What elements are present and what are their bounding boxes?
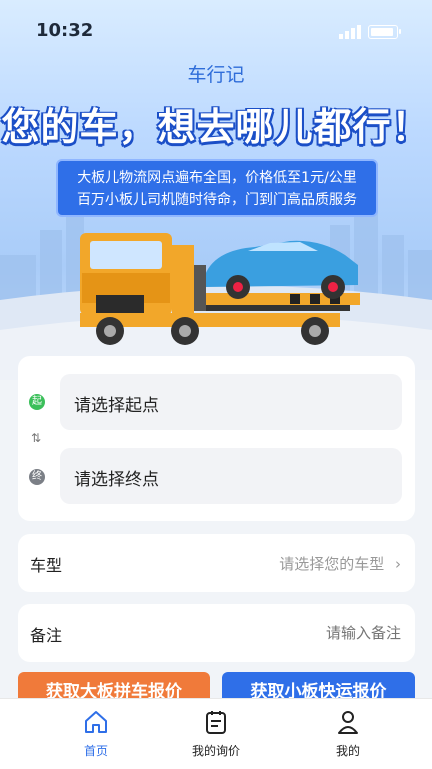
end-location-field[interactable]: 请选择终点 bbox=[60, 448, 402, 504]
tab-profile[interactable]: 我的 bbox=[288, 699, 408, 769]
start-location-placeholder: 请选择起点 bbox=[74, 396, 159, 416]
headline-slogan: 您的车，想去哪儿都行！ bbox=[1, 105, 431, 149]
vehicle-type-placeholder: 请选择您的车型 bbox=[279, 555, 385, 573]
signal-icon bbox=[339, 25, 361, 39]
start-location-field[interactable]: 请选择起点 bbox=[60, 374, 402, 430]
route-card: 起 请选择起点 ⇅ 终 请选择终点 bbox=[18, 356, 415, 521]
tab-home[interactable]: 首页 bbox=[36, 699, 156, 769]
remarks-input[interactable] bbox=[199, 618, 403, 648]
user-icon bbox=[338, 711, 358, 734]
tab-my-quotes[interactable]: 我的询价 bbox=[156, 699, 276, 769]
status-time: 10:32 bbox=[36, 20, 94, 41]
tab-profile-label: 我的 bbox=[335, 744, 360, 758]
tow-truck-illustration bbox=[80, 233, 360, 345]
promo-line-1: 大板儿物流网点遍布全国，价格低至1元/公里 bbox=[77, 170, 357, 186]
page-title: 车行记 bbox=[187, 64, 245, 86]
home-icon bbox=[85, 711, 107, 733]
vehicle-type-row[interactable]: 车型 请选择您的车型 › bbox=[18, 534, 415, 592]
tab-home-label: 首页 bbox=[83, 744, 108, 758]
tab-my-quotes-label: 我的询价 bbox=[191, 744, 240, 758]
status-bar: 10:32 bbox=[0, 0, 432, 62]
remarks-row: 备注 bbox=[18, 604, 415, 662]
quote-list-icon bbox=[206, 711, 226, 734]
battery-icon bbox=[368, 25, 401, 39]
chevron-right-icon: › bbox=[395, 555, 401, 573]
bottom-tab-bar: 首页 我的询价 我的 bbox=[0, 698, 432, 769]
remarks-label: 备注 bbox=[30, 626, 63, 645]
vehicle-type-label: 车型 bbox=[30, 556, 63, 575]
start-badge: 起 bbox=[29, 394, 45, 410]
swap-route-icon[interactable]: ⇅ bbox=[31, 431, 41, 445]
end-location-placeholder: 请选择终点 bbox=[74, 470, 159, 490]
vehicle-type-value: 请选择您的车型 › bbox=[279, 553, 401, 574]
end-badge: 终 bbox=[29, 469, 45, 485]
hero-banner: 10:32 车行记 您的车，想去哪儿都行！ 大板儿物流网点遍布全国，价格低至1元… bbox=[0, 0, 432, 380]
